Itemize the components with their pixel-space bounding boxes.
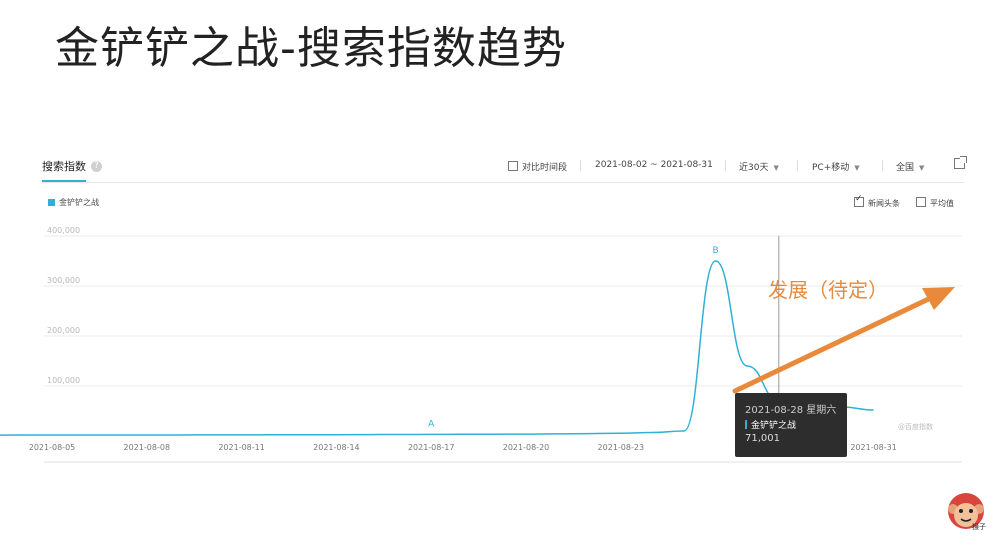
x-tick-label: 2021-08-23 [598,443,645,452]
trend-arrow-shaft [732,292,940,394]
y-tick-label: 300,000 [47,276,80,285]
tooltip-date: 2021-08-28 星期六 [745,405,837,416]
x-tick-label: 2021-08-17 [408,443,455,452]
x-tick-label: 2021-08-31 [850,443,897,452]
chart-tooltip: 2021-08-28 星期六 金铲铲之战 71,001 [735,393,847,457]
x-tick-label: 2021-08-05 [29,443,76,452]
avatar-label: 猴子 [972,523,986,531]
x-tick-label: 2021-08-08 [124,443,171,452]
watermark: @百度指数 [898,423,933,431]
y-tick-label: 200,000 [47,326,80,335]
x-tick-label: 2021-08-11 [218,443,265,452]
x-tick-label: 2021-08-14 [313,443,360,452]
tooltip-value: 71,001 [745,433,780,444]
event-marker-a: A [428,419,435,429]
annotation-text: 发展（待定） [768,278,888,302]
search-index-chart: 400,000 300,000 200,000 100,000 2021-08-05 20… [0,226,962,463]
tooltip-series: 金铲铲之战 [745,418,796,431]
x-tick-label: 2021-08-20 [503,443,550,452]
y-tick-label: 100,000 [47,376,80,385]
event-marker-b: B [713,246,719,256]
y-tick-label: 400,000 [47,226,80,235]
